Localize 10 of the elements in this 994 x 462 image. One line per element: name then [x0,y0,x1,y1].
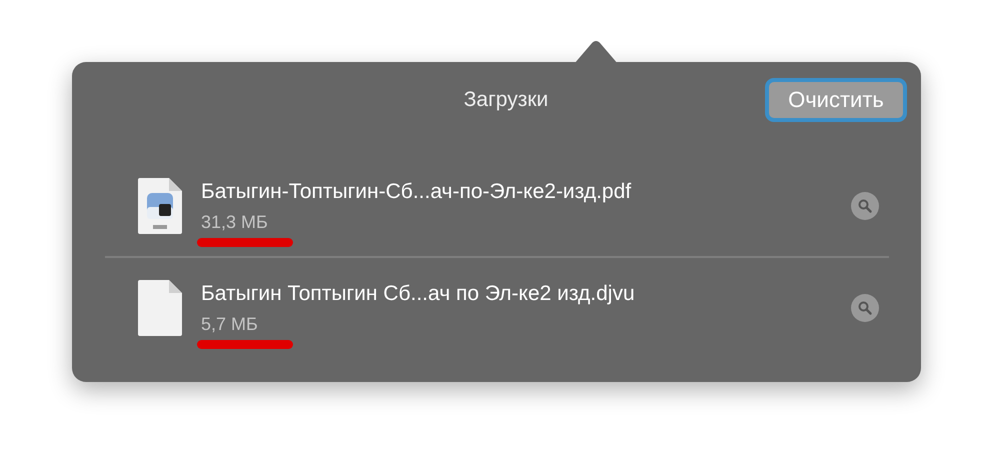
pdf-file-icon [137,177,183,235]
document-file-icon [137,279,183,337]
file-size: 31,3 МБ [201,212,269,232]
search-icon[interactable] [851,192,879,220]
clear-button[interactable]: Очистить [765,78,907,122]
file-size: 5,7 МБ [201,314,259,334]
file-name: Батыгин Топтыгин Сб...ач по Эл-ке2 изд.djvu [201,282,636,306]
popover-title: Загрузки [464,88,548,112]
file-name: Батыгин-Топтыгин-Сб...ач-по-Эл-ке2-изд.pdf [201,180,632,204]
search-icon[interactable] [851,294,879,322]
